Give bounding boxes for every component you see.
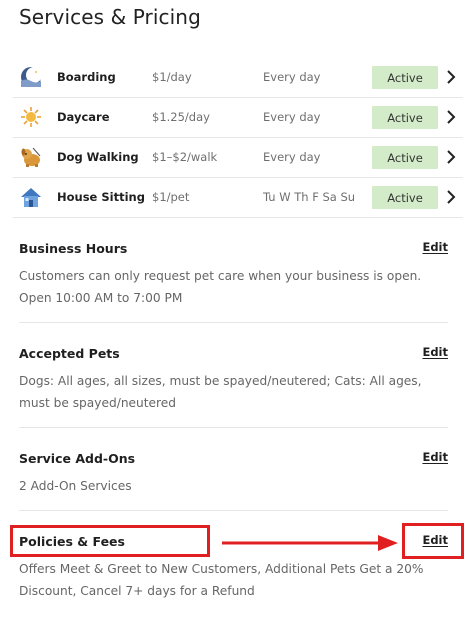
section-service-add-ons: Service Add-Ons Edit 2 Add-On Services [19,450,459,497]
chevron-right-icon[interactable] [445,109,457,125]
edit-accepted-pets-link[interactable]: Edit [422,345,448,359]
section-business-hours: Business Hours Edit Customers can only r… [19,240,459,311]
divider [19,322,448,323]
description-line: must be spayed/neutered [19,396,177,410]
service-name: Dog Walking [57,150,139,164]
service-row-house-sitting[interactable]: House Sitting $1/pet Tu W Th F Sa Su Act… [13,178,463,218]
service-price: $1.25/day [152,110,210,124]
status-badge: Active [372,66,438,89]
highlight-box-edit [402,523,464,559]
description-line: 2 Add-On Services [19,479,132,493]
description-line: Customers can only request pet care when… [19,269,422,283]
status-badge: Active [372,146,438,169]
highlight-box-policies-title [10,525,210,557]
edit-business-hours-link[interactable]: Edit [422,240,448,254]
description-line: Dogs: All ages, all sizes, must be spaye… [19,374,422,388]
chevron-right-icon[interactable] [445,149,457,165]
service-row-dog-walking[interactable]: Dog Walking $1–$2/walk Every day Active [13,138,463,178]
chevron-right-icon[interactable] [445,189,457,205]
service-price: $1–$2/walk [152,150,218,164]
service-name: House Sitting [57,190,145,204]
section-title: Service Add-Ons [19,451,136,466]
section-accepted-pets: Accepted Pets Edit Dogs: All ages, all s… [19,345,459,416]
service-schedule: Tu W Th F Sa Su [263,190,356,204]
status-badge: Active [372,186,438,209]
service-row-boarding[interactable]: Boarding $1/day Every day Active [13,58,463,98]
section-description: Dogs: All ages, all sizes, must be spaye… [19,370,459,414]
service-name: Daycare [57,110,110,124]
house-icon [21,188,41,207]
section-description: 2 Add-On Services [19,475,459,497]
description-line: Offers Meet & Greet to New Customers, Ad… [19,562,424,576]
service-name: Boarding [57,70,116,84]
sun-icon [21,107,41,127]
divider [19,510,448,511]
section-title: Accepted Pets [19,346,120,361]
services-list: Boarding $1/day Every day Active Daycare… [13,58,463,218]
page-title: Services & Pricing [19,5,201,29]
arrow-right-icon [222,535,398,551]
status-badge: Active [372,106,438,129]
service-schedule: Every day [263,70,321,84]
chevron-right-icon[interactable] [445,69,457,85]
description-line: Open 10:00 AM to 7:00 PM [19,291,183,305]
dog-icon [21,147,41,167]
service-price: $1/pet [152,190,190,204]
service-price: $1/day [152,70,192,84]
section-title: Business Hours [19,241,128,256]
divider [19,427,448,428]
moon-icon [21,67,42,87]
section-description: Offers Meet & Greet to New Customers, Ad… [19,558,459,602]
service-row-daycare[interactable]: Daycare $1.25/day Every day Active [13,98,463,138]
service-schedule: Every day [263,110,321,124]
edit-service-add-ons-link[interactable]: Edit [422,450,448,464]
section-description: Customers can only request pet care when… [19,265,459,309]
service-schedule: Every day [263,150,321,164]
description-line: Discount, Cancel 7+ days for a Refund [19,584,255,598]
